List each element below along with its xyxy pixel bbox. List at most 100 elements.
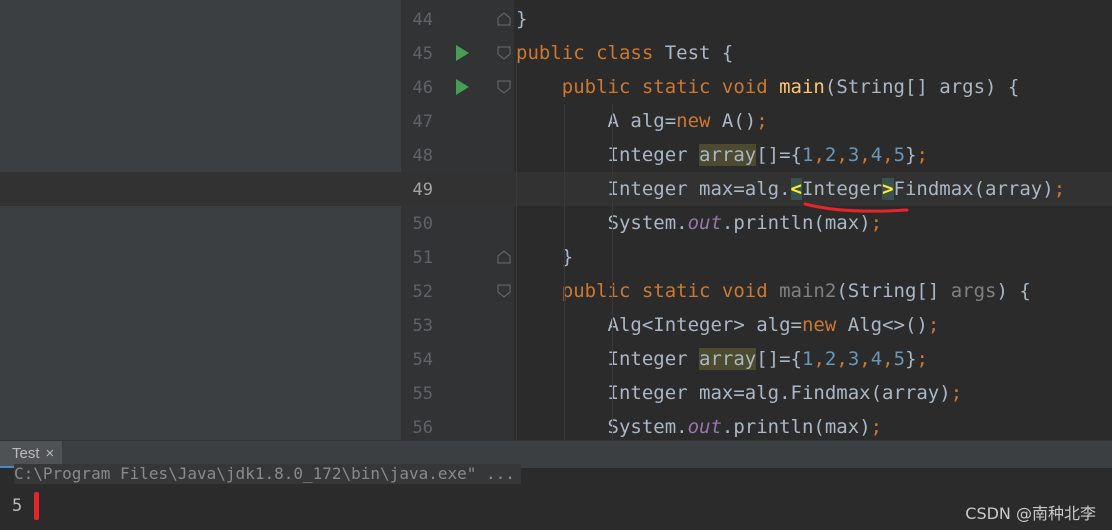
code-token: System. (516, 416, 688, 438)
code-token: Integer (516, 348, 700, 370)
code-line[interactable]: Alg<Integer> alg=new Alg<>(); (516, 308, 940, 342)
code-token: ; (950, 382, 963, 404)
code-line[interactable]: Integer max=alg.Findmax(array); (516, 376, 963, 410)
code-line[interactable]: } (516, 2, 527, 36)
code-token: Integer (802, 178, 883, 200)
code-token: (String[] (836, 280, 951, 302)
code-token: 4 (870, 144, 883, 166)
fold-end-icon[interactable] (497, 12, 511, 26)
code-token: out (687, 416, 722, 438)
code-token: args (950, 280, 997, 302)
fold-end-icon[interactable] (497, 250, 511, 264)
code-token: 2 (824, 144, 837, 166)
gutter-row: 45 (401, 36, 514, 70)
code-token: array (699, 348, 757, 370)
code-token: array (699, 144, 757, 166)
red-annotation-mark (34, 492, 39, 520)
code-line[interactable]: Integer array[]={1,2,3,4,5}; (516, 342, 928, 376)
code-token: , (813, 144, 825, 166)
code-token: , (882, 348, 894, 370)
run-icon[interactable] (456, 79, 469, 95)
code-token: new (801, 314, 848, 336)
gutter-row: 47 (401, 104, 514, 138)
code-token: ; (927, 314, 940, 336)
code-line[interactable]: public class Test { (516, 36, 733, 70)
code-line[interactable]: Integer max=alg.<Integer>Findmax(array); (516, 172, 1065, 206)
code-token: System. (516, 212, 688, 234)
red-annotation-underline (803, 202, 909, 213)
code-line[interactable]: public static void main(String[] args) { (516, 70, 1020, 104)
fold-open-icon[interactable] (497, 46, 511, 60)
code-token: } (905, 144, 917, 166)
code-token: public class (516, 42, 665, 64)
code-token: A alg= (516, 110, 677, 132)
code-token: < (790, 178, 802, 200)
indent-guide (564, 306, 565, 440)
code-token: , (859, 348, 871, 370)
project-panel (0, 0, 401, 440)
code-token: ; (916, 144, 928, 166)
watermark: CSDN @南种北李 (965, 504, 1096, 523)
line-number: 54 (412, 350, 433, 370)
code-token: Alg<>() (847, 314, 928, 336)
indent-guide (612, 306, 613, 440)
code-token: Findmax(array) (893, 178, 1054, 200)
gutter-row: 50 (401, 206, 514, 240)
code-line[interactable]: System.out.println(max); (516, 410, 883, 444)
console-command-line: C:\Program Files\Java\jdk1.8.0_172\bin\j… (14, 464, 521, 484)
close-icon[interactable]: × (46, 445, 55, 462)
line-number: 46 (412, 78, 433, 98)
code-token: > (882, 178, 894, 200)
code-token: (String[] args) { (824, 76, 1020, 98)
run-console[interactable]: C:\Program Files\Java\jdk1.8.0_172\bin\j… (0, 464, 1112, 530)
line-number: 56 (412, 418, 433, 438)
gutter-row: 49 (401, 172, 514, 206)
code-token: ) { (996, 280, 1031, 302)
code-token: 4 (870, 348, 883, 370)
code-token: , (859, 144, 871, 166)
gutter-row: 46 (401, 70, 514, 104)
code-token: , (882, 144, 894, 166)
gutter-row: 44 (401, 2, 514, 36)
indent-guide (516, 60, 517, 440)
fold-open-icon[interactable] (497, 284, 511, 298)
fold-open-icon[interactable] (497, 80, 511, 94)
code-token: 1 (802, 144, 814, 166)
code-token: ; (756, 110, 768, 132)
line-number: 47 (412, 112, 433, 132)
line-number: 44 (412, 10, 433, 30)
code-line[interactable]: Integer array[]={1,2,3,4,5}; (516, 138, 928, 172)
gutter-row: 52 (401, 274, 514, 308)
code-token: .println(max) (721, 416, 871, 438)
line-number: 49 (412, 180, 433, 200)
console-output: 5 (12, 496, 23, 516)
code-token: Test { (664, 42, 734, 64)
code-token: Integer max=alg.Findmax(array) (516, 382, 951, 404)
code-token: , (813, 348, 825, 370)
code-line[interactable]: A alg=new A(); (516, 104, 768, 138)
run-icon[interactable] (456, 45, 469, 61)
code-token: []={ (756, 348, 802, 370)
gutter-row: 55 (401, 376, 514, 410)
code-token: ; (1053, 178, 1066, 200)
line-number: 48 (412, 146, 433, 166)
code-token: main2 (779, 280, 837, 302)
line-number: 55 (412, 384, 433, 404)
code-token: Alg<Integer> alg= (516, 314, 802, 336)
code-token: []={ (756, 144, 802, 166)
code-line[interactable]: public static void main2(String[] args) … (516, 274, 1031, 308)
code-token: ; (916, 348, 928, 370)
line-number: 52 (412, 282, 433, 302)
code-token: out (687, 212, 722, 234)
code-token: new (676, 110, 722, 132)
line-number: 51 (412, 248, 433, 268)
code-token: A() (721, 110, 757, 132)
code-token: 1 (802, 348, 814, 370)
gutter-row: 51 (401, 240, 514, 274)
code-token: Integer max=alg. (516, 178, 791, 200)
line-number: 50 (412, 214, 433, 234)
code-token: 3 (847, 348, 860, 370)
indent-guide (564, 104, 565, 340)
code-token: ; (870, 416, 883, 438)
